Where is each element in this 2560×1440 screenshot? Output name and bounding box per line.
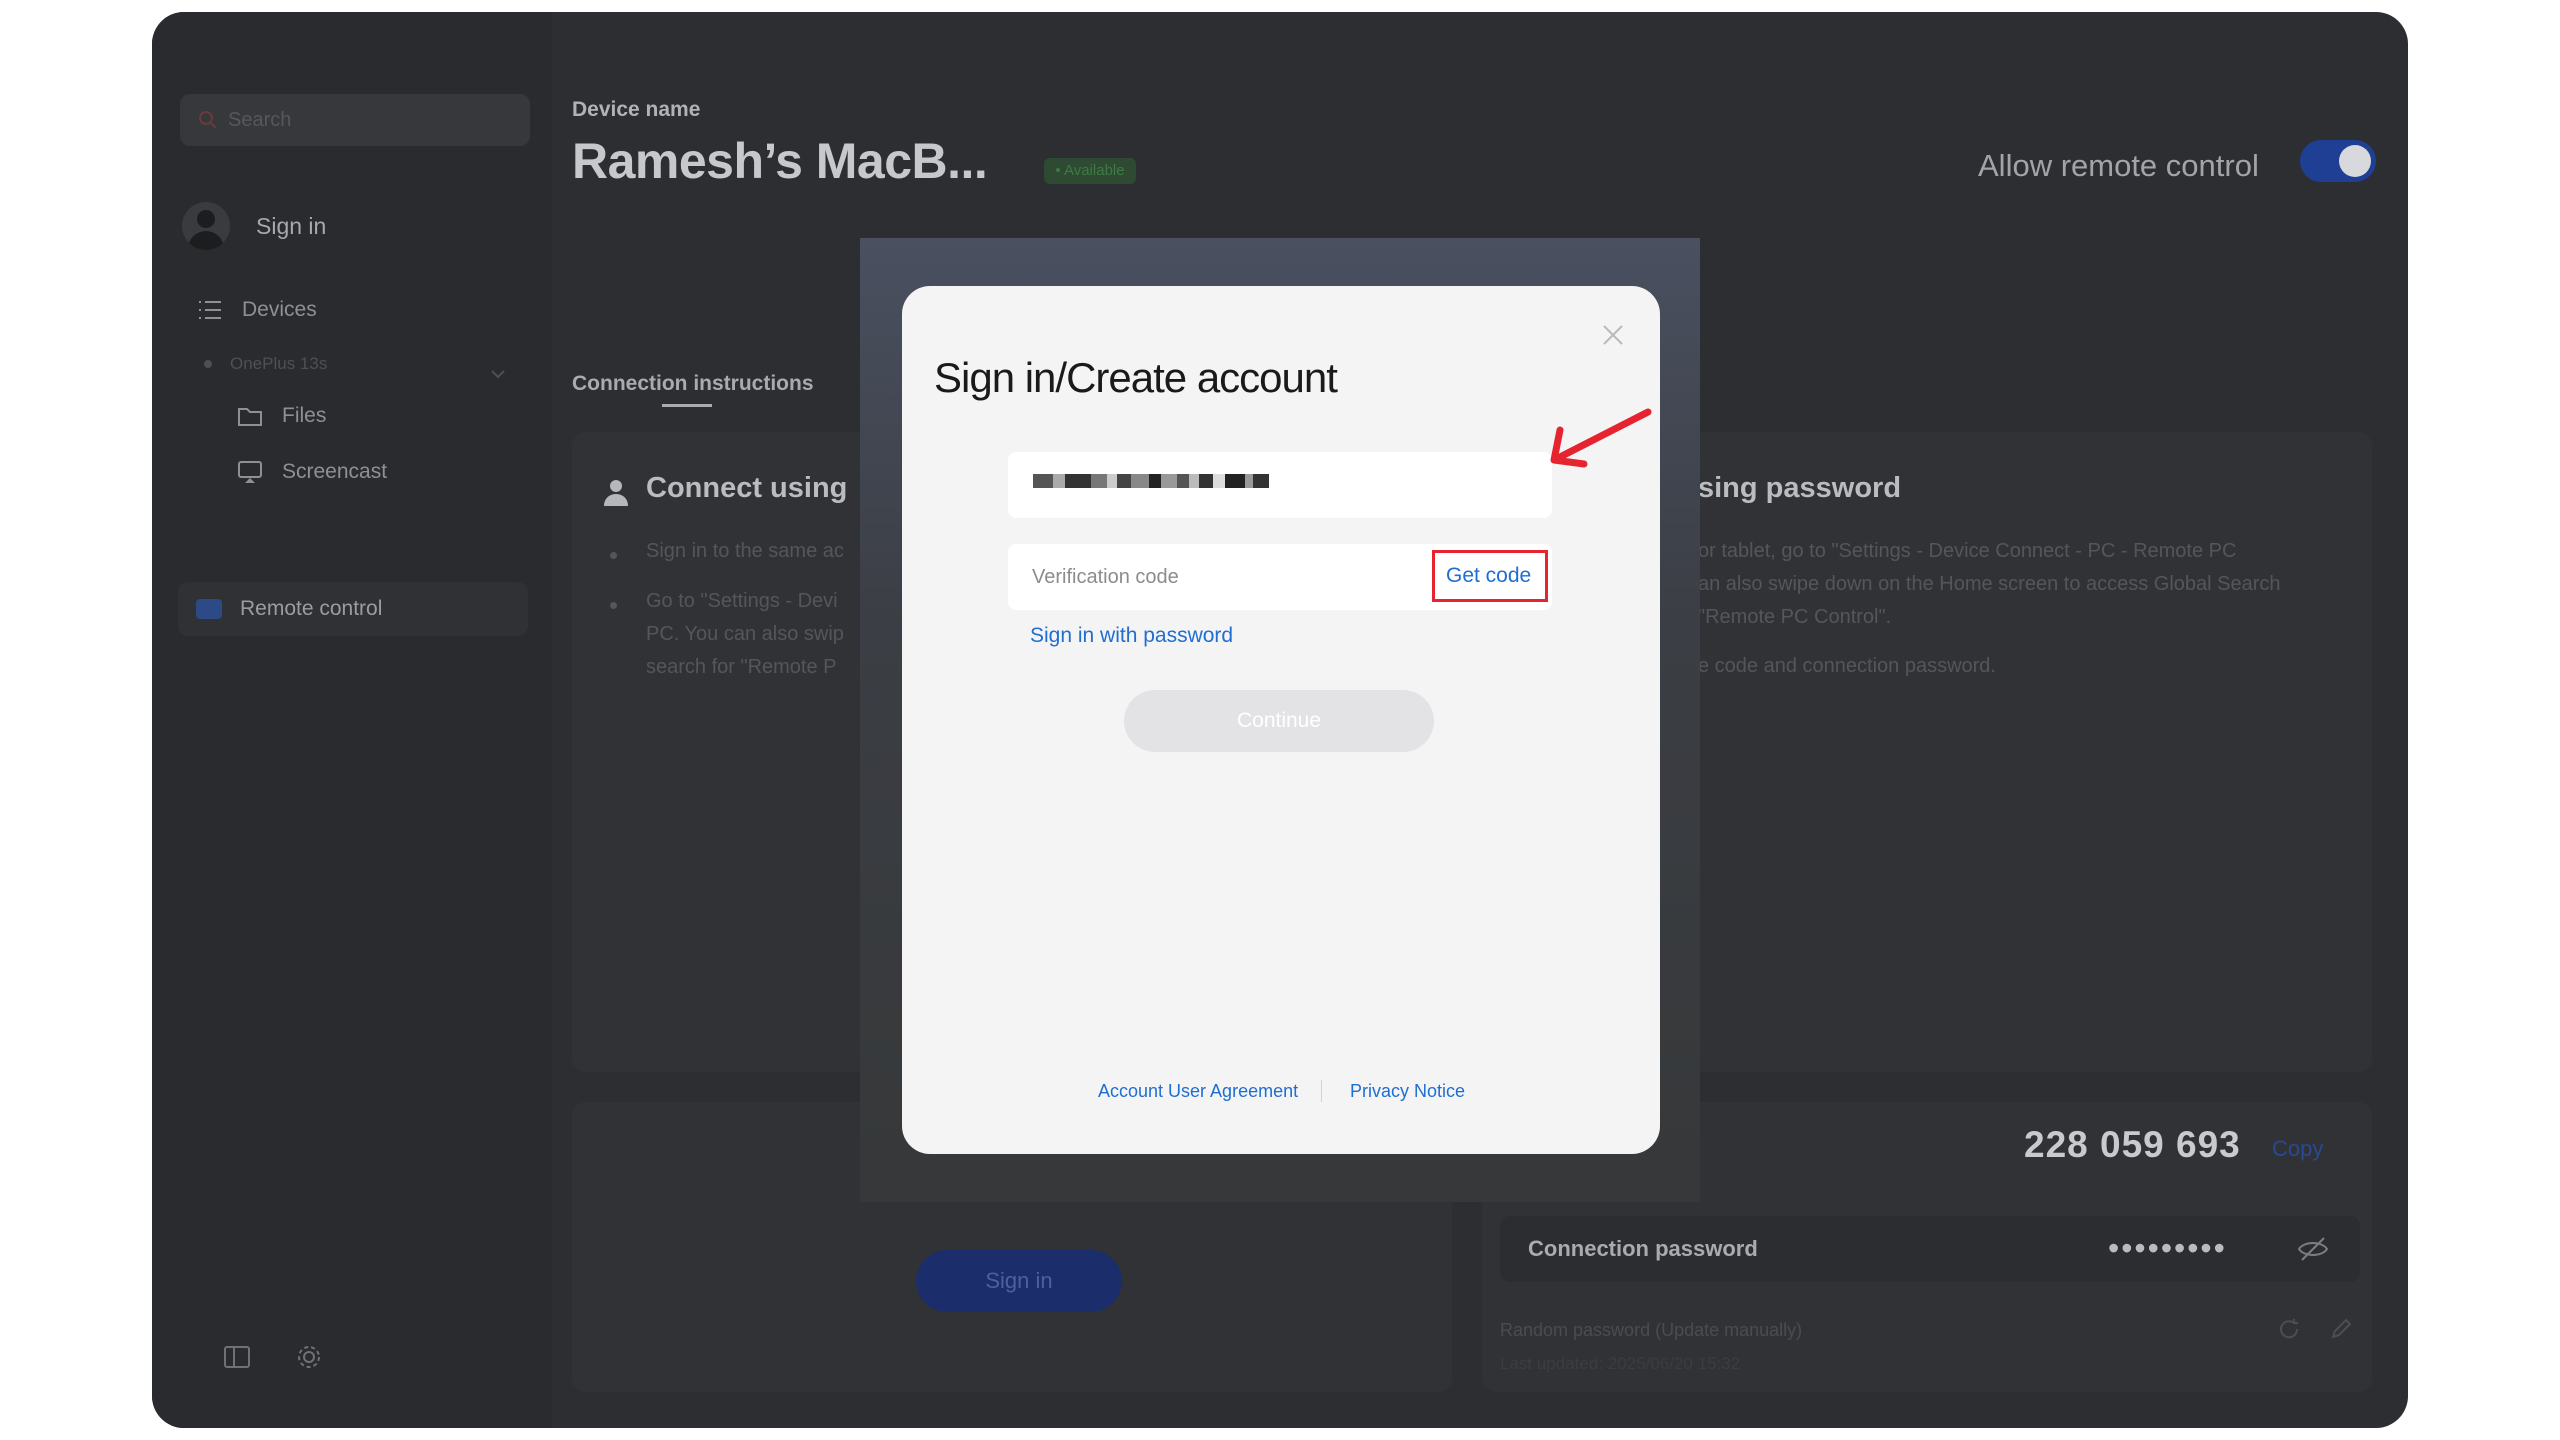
bullet xyxy=(610,552,617,559)
right-card-text: "Remote PC Control". xyxy=(1698,606,1892,628)
right-card-text: e code and connection password. xyxy=(1698,655,1996,677)
sidebar-toggle-icon[interactable] xyxy=(222,1342,252,1372)
sidebar-item-oneplus[interactable]: OnePlus 13s xyxy=(204,354,327,374)
sidebar-item-files[interactable]: Files xyxy=(236,402,326,430)
sidebar-item-devices[interactable]: Devices xyxy=(196,296,317,324)
sidebar-item-label: Screencast xyxy=(282,460,388,483)
gear-icon[interactable] xyxy=(294,1342,324,1372)
bullet xyxy=(610,602,617,609)
refresh-icon[interactable] xyxy=(2276,1316,2302,1342)
tab-connection-instructions[interactable]: Connection instructions xyxy=(572,372,814,396)
left-card-title: Connect using xyxy=(646,472,848,504)
person-icon xyxy=(604,480,628,506)
sidebar-item-label: Remote control xyxy=(240,597,383,620)
edit-icon[interactable] xyxy=(2328,1316,2354,1342)
signin-label: Sign in xyxy=(256,212,327,239)
copy-button[interactable]: Copy xyxy=(2272,1136,2323,1162)
device-title: Ramesh’s MacB... xyxy=(572,133,988,189)
close-icon[interactable] xyxy=(1600,322,1626,348)
sidebar-item-label: Files xyxy=(282,404,327,427)
list-icon xyxy=(199,301,221,319)
right-card-title: sing password xyxy=(1698,472,1902,504)
left-card-text: PC. You can also swip xyxy=(646,623,844,645)
search-icon xyxy=(199,111,217,129)
annotation-arrow-icon xyxy=(1550,408,1652,468)
connection-password-label: Connection password xyxy=(1528,1236,1758,1261)
search-placeholder: Search xyxy=(228,108,292,131)
sidebar-item-screencast[interactable]: Screencast xyxy=(236,458,387,486)
status-badge: • Available xyxy=(1044,158,1136,184)
sidebar-item-label: Devices xyxy=(242,298,317,321)
continue-button[interactable]: Continue xyxy=(1124,690,1434,752)
chevron-down-icon[interactable] xyxy=(488,364,508,384)
password-dots: ••••••••• xyxy=(2108,1230,2227,1266)
sign-in-with-password-link[interactable]: Sign in with password xyxy=(1030,624,1233,648)
sidebar-footer xyxy=(222,1342,324,1372)
dialog-title: Sign in/Create account xyxy=(934,354,1338,401)
screencast-icon xyxy=(238,461,262,483)
sidebar: Search Sign in Devices OnePlus 13s Files… xyxy=(152,12,552,1428)
folder-icon xyxy=(238,408,262,426)
privacy-notice-link[interactable]: Privacy Notice xyxy=(1350,1081,1465,1102)
signin-button[interactable]: Sign in xyxy=(916,1250,1122,1312)
redacted-account-value xyxy=(1033,474,1269,488)
account-user-agreement-link[interactable]: Account User Agreement xyxy=(1098,1081,1298,1102)
sidebar-signin[interactable]: Sign in xyxy=(182,202,326,250)
avatar-icon xyxy=(182,202,230,250)
remote-control-icon xyxy=(196,599,222,619)
random-password-updated: Last updated: 2025/06/20 15:32 xyxy=(1500,1354,1741,1373)
eye-off-icon[interactable] xyxy=(2296,1232,2330,1266)
footer-divider xyxy=(1321,1080,1322,1102)
get-code-button[interactable]: Get code xyxy=(1446,564,1531,588)
right-card-text: an also swipe down on the Home screen to… xyxy=(1698,573,2281,595)
device-name-label: Device name xyxy=(572,98,701,121)
random-password-label[interactable]: Random password (Update manually) xyxy=(1500,1320,1802,1341)
search-input[interactable]: Search xyxy=(180,94,530,146)
left-card-text: search for "Remote P xyxy=(646,656,837,678)
tab-underline xyxy=(662,404,712,407)
device-name: OnePlus 13s xyxy=(230,354,328,373)
left-card-text: Go to "Settings - Devi xyxy=(646,590,838,612)
left-card-text: Sign in to the same ac xyxy=(646,540,844,562)
sidebar-item-remote-control[interactable]: Remote control xyxy=(178,582,528,636)
right-card-text: or tablet, go to "Settings - Device Conn… xyxy=(1698,540,2237,562)
verification-code-placeholder: Verification code xyxy=(1032,566,1179,588)
allow-remote-toggle[interactable] xyxy=(2300,140,2376,182)
connection-code: 228 059 693 xyxy=(2024,1124,2241,1165)
dot-icon xyxy=(204,360,212,368)
allow-remote-label: Allow remote control xyxy=(1978,148,2259,183)
